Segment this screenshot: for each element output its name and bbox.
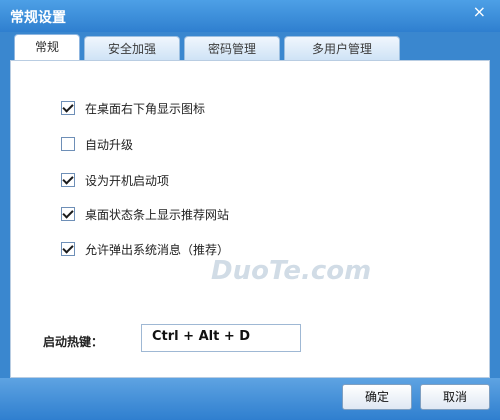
- window-title: 常规设置: [10, 10, 66, 26]
- watermark-text: DuoTe.com: [211, 256, 372, 286]
- checkbox-recommend-sites[interactable]: [61, 207, 75, 221]
- option-label: 设为开机启动项: [85, 173, 170, 188]
- checkbox-system-messages[interactable]: [61, 242, 75, 256]
- option-auto-update[interactable]: 自动升级: [61, 135, 133, 153]
- option-label: 在桌面右下角显示图标: [85, 101, 206, 116]
- dialog-footer: 确定 取消: [0, 378, 500, 420]
- option-label: 桌面状态条上显示推荐网站: [85, 207, 230, 222]
- option-label: 允许弹出系统消息（推荐）: [85, 242, 230, 257]
- option-recommend-sites[interactable]: 桌面状态条上显示推荐网站: [61, 205, 229, 223]
- hotkey-input[interactable]: Ctrl + Alt + D: [141, 324, 301, 352]
- checkbox-startup[interactable]: [61, 173, 75, 187]
- close-icon[interactable]: ×: [473, 4, 486, 20]
- tab-strip: 常规 安全加强 密码管理 多用户管理: [0, 32, 500, 61]
- settings-panel: DuoTe.com 在桌面右下角显示图标 自动升级 设为开机启动项 桌面状态条上…: [10, 60, 490, 378]
- checkbox-auto-update[interactable]: [61, 137, 75, 151]
- option-startup[interactable]: 设为开机启动项: [61, 171, 169, 189]
- option-show-tray-icon[interactable]: 在桌面右下角显示图标: [61, 99, 205, 117]
- tab-password[interactable]: 密码管理: [184, 36, 280, 60]
- cancel-button[interactable]: 取消: [420, 384, 490, 410]
- ok-button[interactable]: 确定: [342, 384, 412, 410]
- tab-multiuser[interactable]: 多用户管理: [284, 36, 400, 60]
- tab-general[interactable]: 常规: [14, 34, 80, 61]
- checkbox-show-tray-icon[interactable]: [61, 101, 75, 115]
- option-label: 自动升级: [85, 137, 134, 152]
- title-bar: 常规设置 ×: [0, 0, 500, 32]
- settings-window: 常规设置 × 常规 安全加强 密码管理 多用户管理 DuoTe.com 在桌面右…: [0, 0, 500, 420]
- hotkey-label: 启动热键：: [43, 335, 104, 349]
- option-system-messages[interactable]: 允许弹出系统消息（推荐）: [61, 240, 229, 258]
- tab-security[interactable]: 安全加强: [84, 36, 180, 60]
